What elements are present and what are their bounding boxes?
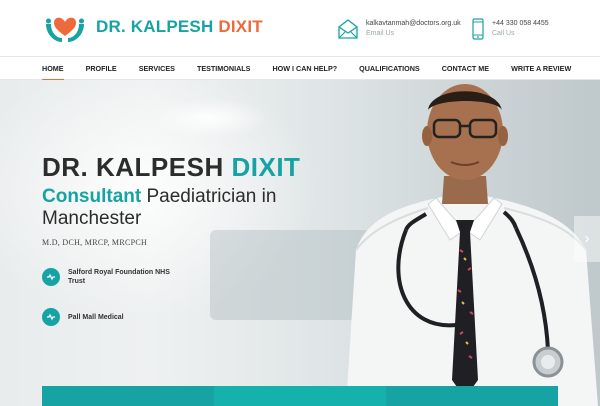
feature-strip — [42, 386, 558, 406]
hero-title-first: DR. KALPESH — [42, 152, 224, 182]
hero-subtitle: Consultant Paediatrician in Manchester — [42, 186, 362, 230]
nav-item-how-i-can-help[interactable]: HOW I CAN HELP? — [272, 57, 337, 81]
feature-block[interactable] — [386, 386, 558, 406]
hero-qualifications: M.D, DCH, MRCP, MRCPCH — [42, 238, 148, 247]
email-label: Email Us — [366, 30, 395, 37]
nav-item-write-a-review[interactable]: WRITE A REVIEW — [511, 57, 571, 81]
feature-block[interactable] — [42, 386, 214, 406]
hero-title: DR. KALPESH DIXIT — [42, 152, 300, 183]
feature-block[interactable] — [214, 386, 386, 406]
logo-name-first: DR. KALPESH — [96, 17, 214, 36]
email-address[interactable]: kalkavtanmah@doctors.org.uk — [366, 19, 461, 29]
main-nav: HOME PROFILE SERVICES TESTIMONIALS HOW I… — [0, 56, 600, 81]
doctor-portrait — [346, 84, 598, 406]
background-lamp — [150, 98, 270, 138]
mobile-phone-icon — [472, 18, 484, 40]
stethoscope-icon — [42, 308, 60, 326]
hero-subtitle-accent: Consultant — [42, 186, 142, 207]
nav-item-contact-me[interactable]: CONTACT ME — [442, 57, 489, 81]
phone-label: Call Us — [492, 30, 515, 37]
logo-text: DR. KALPESH DIXIT — [96, 17, 263, 37]
nav-item-profile[interactable]: PROFILE — [86, 57, 117, 81]
phone-contact[interactable]: +44 330 058 4455 Call Us — [472, 18, 549, 40]
hospital-item[interactable]: Pall Mall Medical — [42, 308, 178, 326]
nav-item-home[interactable]: HOME — [42, 57, 64, 81]
nav-item-services[interactable]: SERVICES — [139, 57, 175, 81]
chevron-right-icon: › — [584, 230, 590, 247]
logo[interactable]: DR. KALPESH DIXIT — [42, 10, 263, 44]
envelope-icon — [338, 19, 358, 39]
site-header: DR. KALPESH DIXIT kalkavtanmah@doctors.o… — [0, 0, 600, 56]
hospital-label: Pall Mall Medical — [68, 313, 124, 321]
hero-banner: DR. KALPESH DIXIT Consultant Paediatrici… — [0, 80, 600, 406]
nav-item-qualifications[interactable]: QUALIFICATIONS — [359, 57, 420, 81]
logo-name-last: DIXIT — [218, 17, 263, 36]
stethoscope-icon — [42, 268, 60, 286]
hospital-item[interactable]: Salford Royal Foundation NHS Trust — [42, 268, 178, 286]
email-contact[interactable]: kalkavtanmah@doctors.org.uk Email Us — [338, 18, 461, 40]
hospital-label: Salford Royal Foundation NHS Trust — [68, 269, 170, 285]
phone-number[interactable]: +44 330 058 4455 — [492, 19, 549, 29]
hero-title-last: DIXIT — [231, 152, 301, 182]
slider-next-button[interactable]: › — [574, 216, 600, 262]
nav-item-testimonials[interactable]: TESTIMONIALS — [197, 57, 251, 81]
heart-hands-logo-icon — [46, 17, 84, 42]
